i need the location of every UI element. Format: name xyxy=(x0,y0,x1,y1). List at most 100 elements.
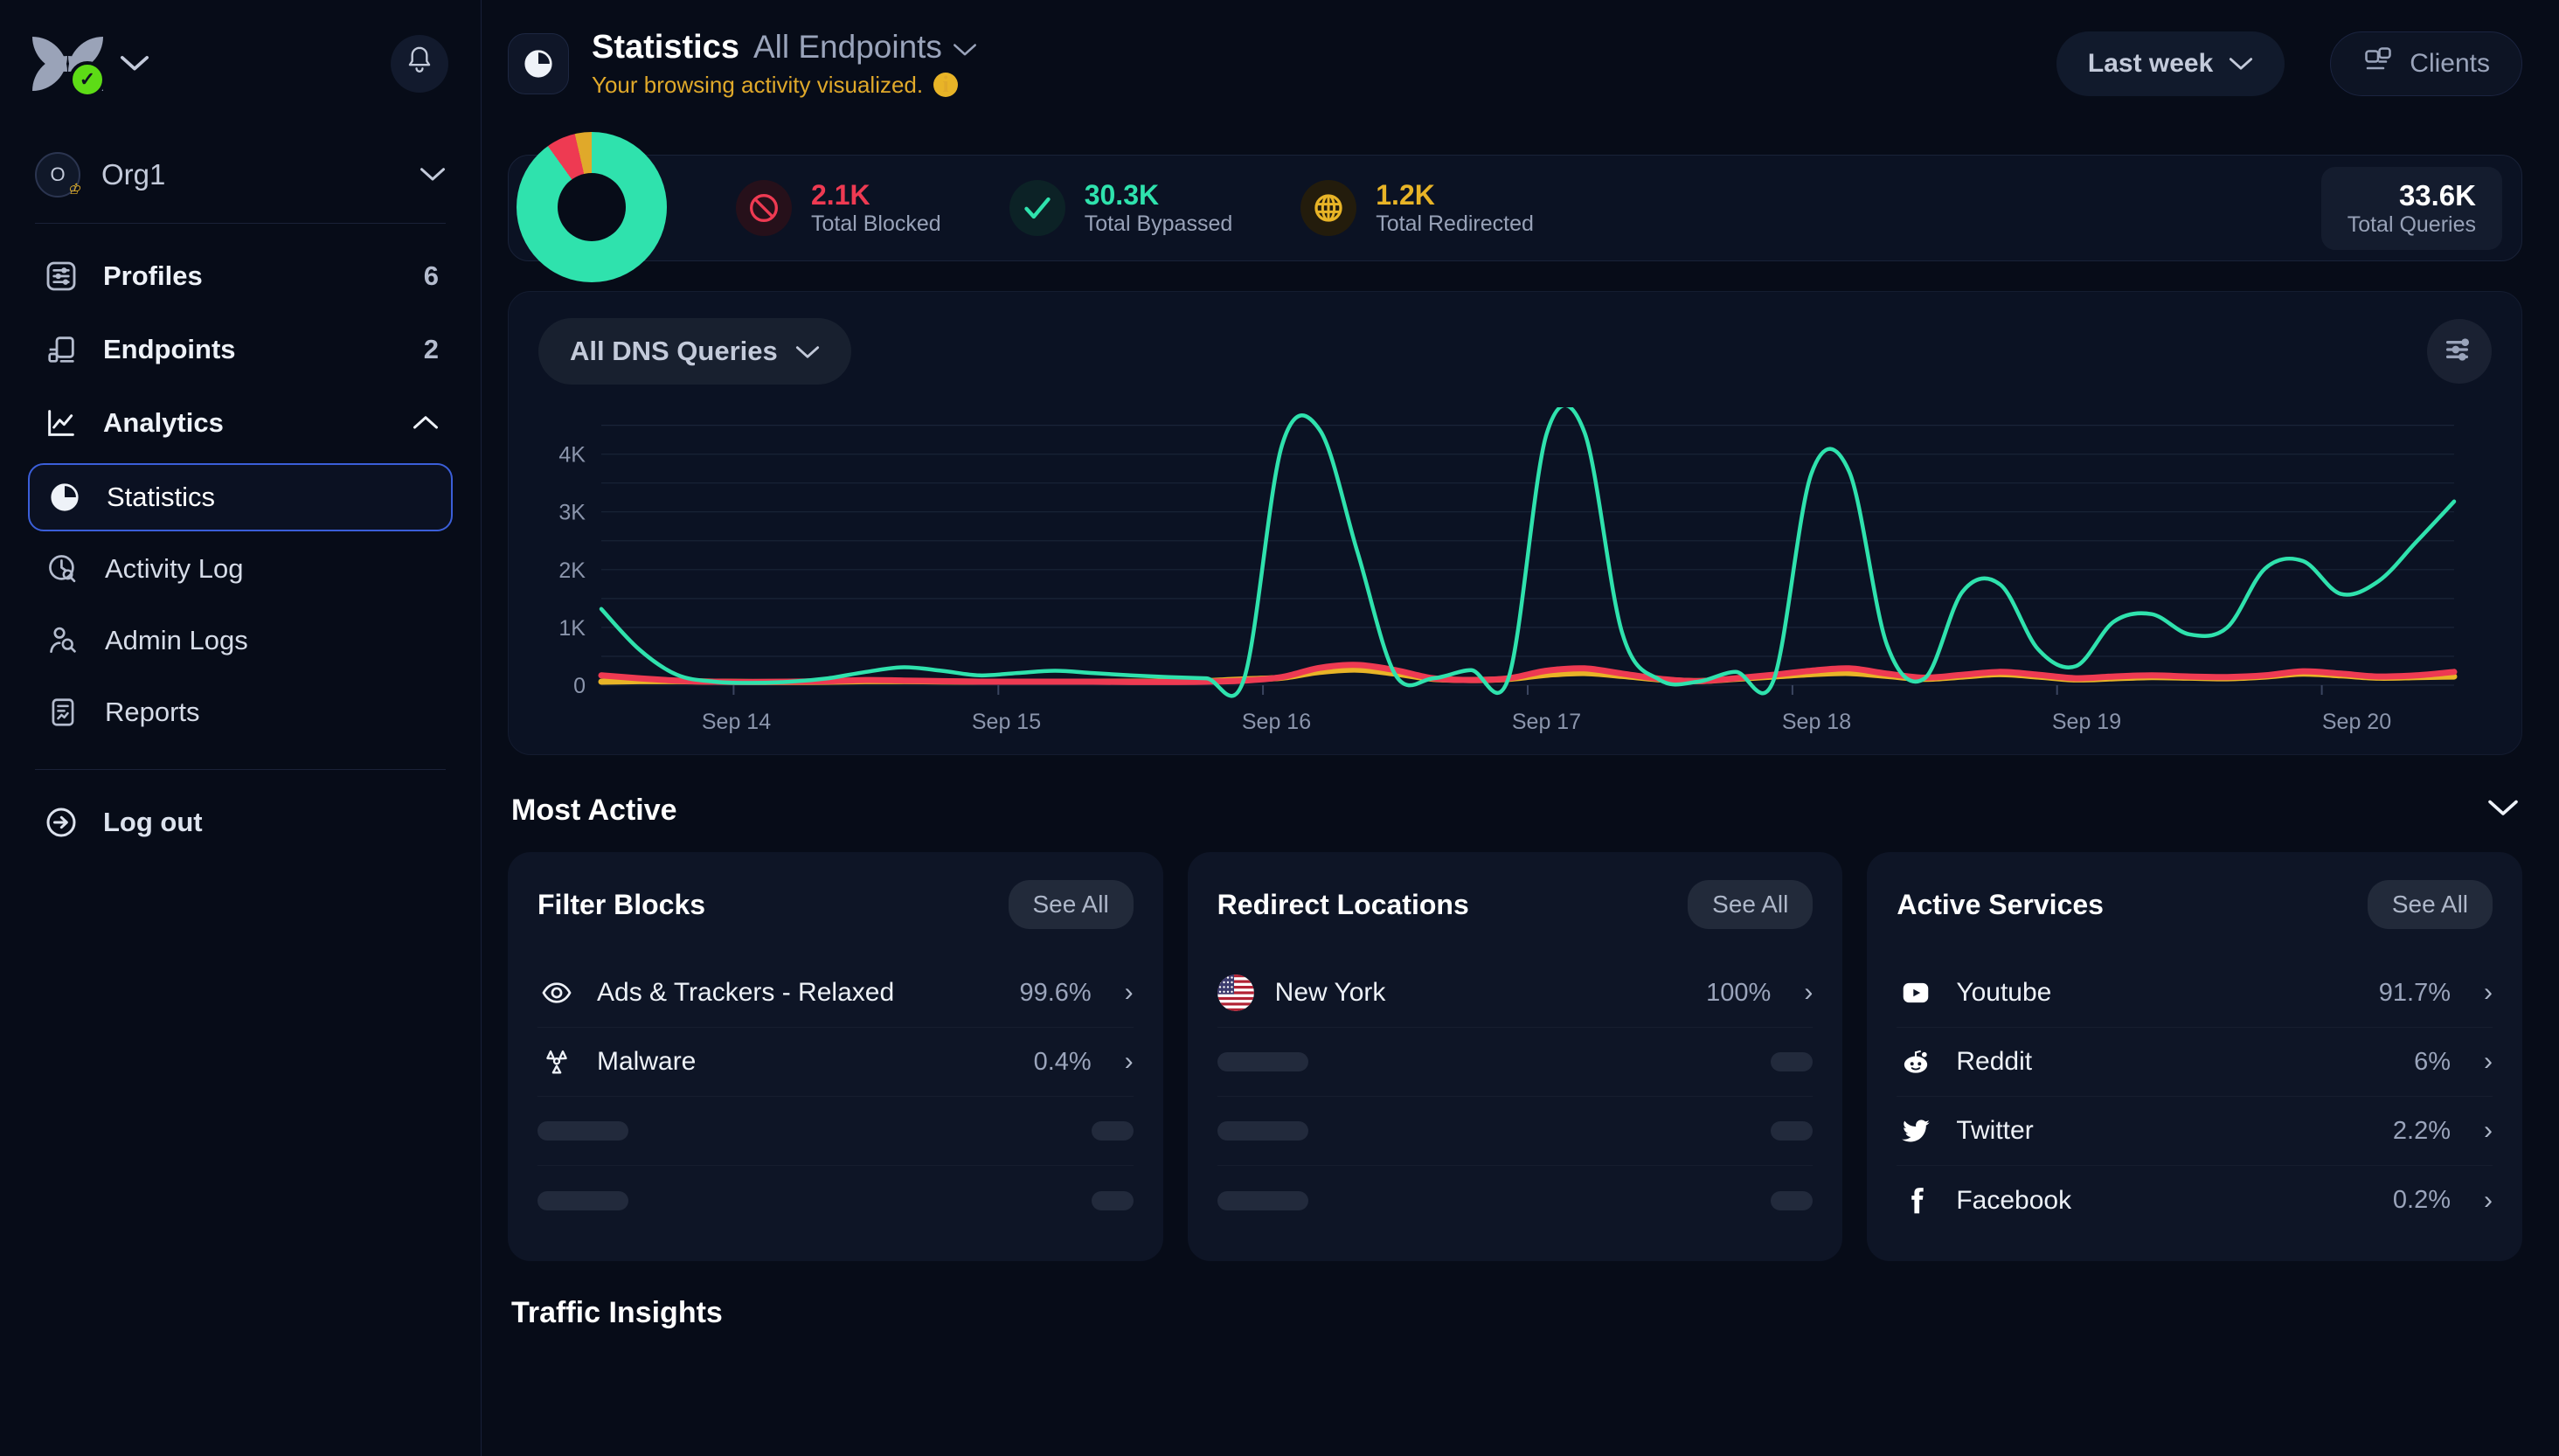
chevron-down-icon xyxy=(2229,49,2253,79)
sidebar-item-analytics[interactable]: Analytics xyxy=(28,386,453,460)
endpoint-scope-label: All Endpoints xyxy=(752,28,942,65)
see-all-button[interactable]: See All xyxy=(1688,880,1813,929)
see-all-button[interactable]: See All xyxy=(2367,880,2493,929)
placeholder-row xyxy=(1217,1028,1813,1097)
notifications-button[interactable] xyxy=(391,34,448,93)
sidebar-item-profiles[interactable]: Profiles 6 xyxy=(28,239,453,313)
logout-button[interactable]: Log out xyxy=(28,786,453,859)
x-tick-label: Sep 19 xyxy=(2051,710,2122,734)
most-active-cards: Filter Blocks See All Ads & Trackers - R… xyxy=(508,852,2523,1261)
list-item-label: Facebook xyxy=(1956,1185,2072,1215)
chevron-down-icon[interactable] xyxy=(120,55,149,73)
placeholder-bar xyxy=(1771,1052,1813,1071)
avatar: O ♔ xyxy=(35,152,80,198)
reddit-icon xyxy=(1897,1043,1935,1081)
twitter-icon xyxy=(1897,1112,1935,1150)
total-queries: 33.6K Total Queries xyxy=(2320,166,2502,250)
see-all-button[interactable]: See All xyxy=(1008,880,1134,929)
time-range-selector[interactable]: Last week xyxy=(2056,31,2285,96)
chevron-right-icon: › xyxy=(2484,1185,2493,1215)
list-item-label: Ads & Trackers - Relaxed xyxy=(597,978,895,1007)
most-active-title: Most Active xyxy=(511,794,677,827)
clients-label: Clients xyxy=(2410,48,2490,78)
report-doc-icon xyxy=(44,693,82,731)
card-title: Filter Blocks xyxy=(537,888,706,920)
placeholder-bar xyxy=(1091,1190,1134,1210)
sidebar-item-count: 6 xyxy=(423,260,439,291)
chart-settings-button[interactable] xyxy=(2427,319,2492,384)
devices-icon xyxy=(42,330,80,369)
list-item[interactable]: Twitter 2.2% › xyxy=(1897,1097,2493,1166)
sidebar-item-label: Analytics xyxy=(103,407,224,438)
summary-bar: 2.1K Total Blocked 30.3K Total Bypassed xyxy=(508,155,2522,261)
placeholder-row xyxy=(1217,1097,1813,1166)
x-tick-label: Sep 14 xyxy=(701,710,772,734)
sidebar-item-reports[interactable]: Reports xyxy=(28,678,453,746)
stat-value: 30.3K xyxy=(1084,179,1160,211)
list-item-label: Youtube xyxy=(1956,978,2052,1007)
chevron-down-icon[interactable] xyxy=(420,167,446,183)
sidebar-nav: Profiles 6 Endpoints 2 Analytics Statist… xyxy=(28,224,453,750)
sidebar-item-admin-logs[interactable]: Admin Logs xyxy=(28,607,453,675)
connected-check-icon: ✓ xyxy=(69,60,106,98)
list-item[interactable]: Ads & Trackers - Relaxed 99.6% › xyxy=(537,959,1134,1028)
placeholder-bar xyxy=(537,1121,628,1141)
sidebar-item-label: Admin Logs xyxy=(105,625,248,655)
list-item[interactable]: Reddit 6% › xyxy=(1897,1028,2493,1097)
most-active-card: Active Services See All Youtube 91.7% › … xyxy=(1867,852,2523,1261)
stat-total-bypassed: 30.3K Total Bypassed xyxy=(1009,179,1233,237)
brand-logo-button[interactable]: ✓ xyxy=(32,36,149,98)
app-root: ✓ O ♔ Org1 Profiles 6 Endpoints 2 Analyt… xyxy=(0,0,2559,1456)
sidebar-item-statistics[interactable]: Statistics xyxy=(28,463,453,531)
info-icon[interactable]: i xyxy=(933,72,959,97)
org-switcher[interactable]: O ♔ Org1 xyxy=(28,127,453,223)
endpoint-scope-selector[interactable]: All Endpoints xyxy=(753,29,977,66)
placeholder-bar xyxy=(1217,1190,1308,1210)
placeholder-bar xyxy=(537,1190,628,1210)
list-item[interactable]: Youtube 91.7% › xyxy=(1897,959,2493,1028)
pie-chart-icon xyxy=(508,32,569,94)
list-item-label: Twitter xyxy=(1956,1116,2034,1145)
sidebar-item-label: Activity Log xyxy=(105,553,244,584)
sidebar: ✓ O ♔ Org1 Profiles 6 Endpoints 2 Analyt… xyxy=(0,0,482,1456)
query-type-filter[interactable]: All DNS Queries xyxy=(538,318,851,385)
stat-total-redirected: 1.2K Total Redirected xyxy=(1300,179,1534,237)
placeholder-row xyxy=(537,1097,1134,1166)
card-rows: Youtube 91.7% › Reddit 6% › Twitter 2.2%… xyxy=(1897,959,2493,1235)
eye-icon xyxy=(537,974,576,1012)
most-active-card: Filter Blocks See All Ads & Trackers - R… xyxy=(508,852,1163,1261)
logout-arrow-icon xyxy=(42,803,80,842)
chevron-right-icon: › xyxy=(1124,1047,1134,1076)
stat-value: 1.2K xyxy=(1376,179,1435,211)
stat-total-blocked: 2.1K Total Blocked xyxy=(736,179,941,237)
traffic-insights-title: Traffic Insights xyxy=(511,1296,723,1329)
stat-label: Total Redirected xyxy=(1376,211,1534,237)
svg-text:0: 0 xyxy=(573,674,586,698)
svg-text:3K: 3K xyxy=(558,501,586,525)
user-search-icon xyxy=(44,621,82,660)
sidebar-item-activity-log[interactable]: Activity Log xyxy=(28,535,453,603)
line-chart-svg: 0 1K 2K 3K 4K xyxy=(558,407,2458,698)
list-item[interactable]: Facebook 0.2% › xyxy=(1897,1166,2493,1235)
sidebar-item-endpoints[interactable]: Endpoints 2 xyxy=(28,313,453,386)
divider xyxy=(35,769,446,770)
page-scroll-area: 2.1K Total Blocked 30.3K Total Bypassed xyxy=(482,127,2559,1456)
card-rows: New York 100% › xyxy=(1217,959,1813,1235)
placeholder-bar xyxy=(1217,1121,1308,1141)
stat-value: 2.1K xyxy=(811,179,870,211)
list-item[interactable]: Malware 0.4% › xyxy=(537,1028,1134,1097)
most-active-collapse-toggle[interactable] xyxy=(2487,799,2519,822)
block-circle-icon xyxy=(736,179,792,236)
svg-text:4K: 4K xyxy=(558,443,586,468)
sidebar-item-label: Reports xyxy=(105,697,200,727)
x-tick-label: Sep 15 xyxy=(971,710,1042,734)
chevron-up-icon[interactable] xyxy=(413,415,439,431)
placeholder-bar xyxy=(1771,1121,1813,1141)
chevron-down-icon xyxy=(953,29,977,66)
list-item[interactable]: New York 100% › xyxy=(1217,959,1813,1028)
clients-button[interactable]: Clients xyxy=(2330,31,2522,96)
card-title: Redirect Locations xyxy=(1217,888,1469,920)
stat-label: Total Bypassed xyxy=(1084,211,1233,237)
svg-text:2K: 2K xyxy=(558,558,586,583)
chevron-right-icon: › xyxy=(2484,1116,2493,1145)
